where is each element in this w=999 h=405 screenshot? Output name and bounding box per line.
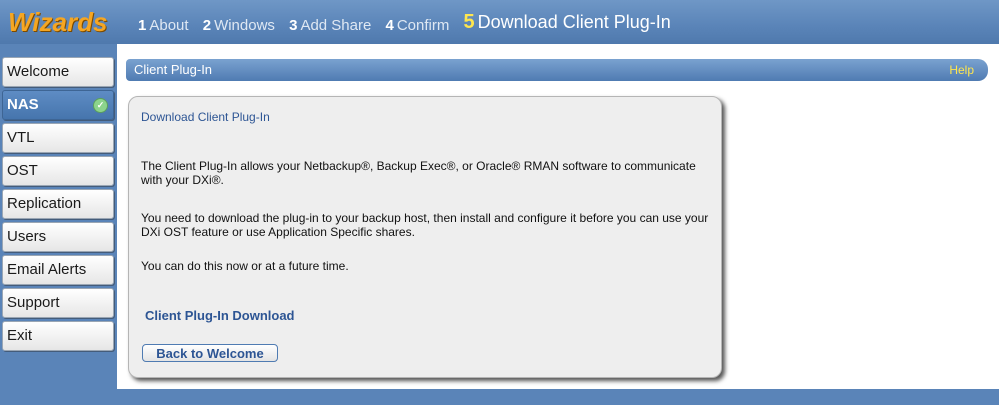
back-to-welcome-button[interactable]: Back to Welcome [142,344,278,362]
step-label: Confirm [396,17,450,34]
sidebar-item-users[interactable]: Users [2,222,114,252]
check-circle-icon: ✓ [93,98,108,113]
sidebar-item-ost[interactable]: OST [2,156,114,186]
wizards-logo: Wizards [8,7,108,37]
step-label: Windows [214,17,275,34]
step-number: 2 [202,17,212,34]
step-windows[interactable]: 2 Windows [203,17,275,34]
sidebar-item-label: NAS [7,96,39,113]
step-number: 5 [463,11,475,33]
sidebar-item-welcome[interactable]: Welcome [2,57,114,87]
help-link[interactable]: Help [949,59,974,81]
step-label: About [149,17,189,34]
sidebar-item-nas[interactable]: NAS ✓ [2,90,114,120]
step-download-client-plugin: 5 Download Client Plug-In [464,11,671,34]
step-number: 1 [138,17,147,34]
wizard-steps: 1 About 2 Windows 3 Add Share 4 Confirm 5 Dow… [138,11,681,36]
footer-band [117,389,999,405]
client-plugin-download-link[interactable]: Client Plug-In Download [145,308,295,323]
sidebar-item-exit[interactable]: Exit [2,321,114,351]
sidebar-item-vtl[interactable]: VTL [2,123,114,153]
card-title: Download Client Plug-In [141,110,270,124]
wizard-header: Wizards 1 About 2 Windows 3 Add Share 4 Conf… [0,0,999,45]
sidebar-nav: Welcome NAS ✓ VTL OST Replication Users … [0,44,117,405]
sidebar-item-support[interactable]: Support [2,288,114,318]
download-plugin-card: Download Client Plug-In The Client Plug-… [128,96,722,378]
step-number: 3 [289,17,298,34]
step-number: 4 [385,17,394,34]
description-paragraph: The Client Plug-In allows your Netbackup… [141,159,696,187]
step-add-share[interactable]: 3 Add Share [289,17,371,34]
panel-header: Client Plug-In Help [126,59,988,81]
panel-title: Client Plug-In [134,62,213,77]
instructions-paragraph: You need to download the plug-in to your… [141,211,709,239]
main-content: Client Plug-In Help Download Client Plug… [117,44,999,405]
step-label: Download Client Plug-In [477,12,671,32]
sidebar-item-replication[interactable]: Replication [2,189,114,219]
sidebar-item-email-alerts[interactable]: Email Alerts [2,255,114,285]
step-about[interactable]: 1 About [138,17,189,34]
step-label: Add Share [300,17,372,34]
timing-paragraph: You can do this now or at a future time. [141,259,349,273]
step-confirm[interactable]: 4 Confirm [386,17,450,34]
